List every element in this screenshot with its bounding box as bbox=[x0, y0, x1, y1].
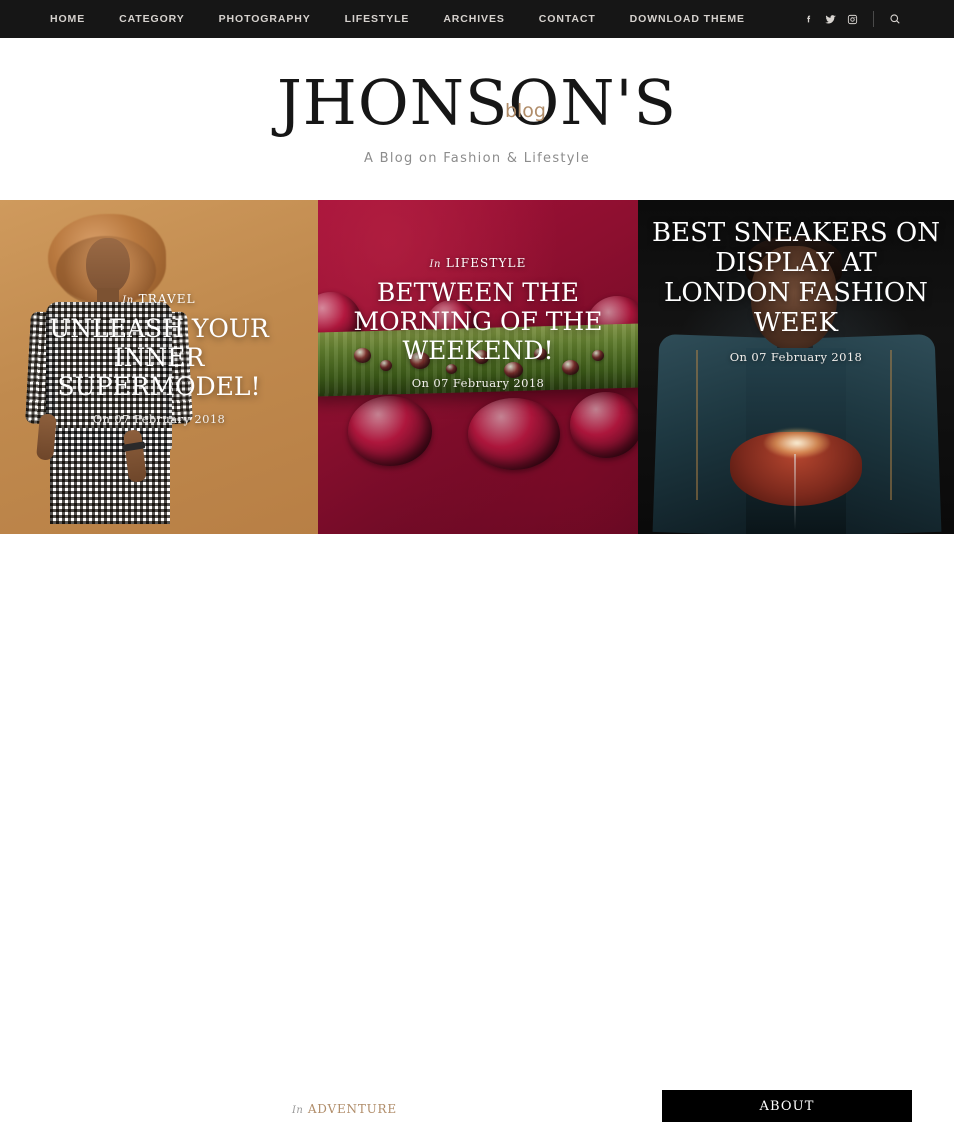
slide-2-in-label: In bbox=[429, 259, 441, 270]
site-logo[interactable]: JHONSON'S blog bbox=[277, 72, 677, 134]
slide-3-caption: BEST SNEAKERS ON DISPLAY AT LONDON FASHI… bbox=[638, 210, 954, 364]
logo-blog-badge: blog bbox=[504, 100, 546, 122]
nav-item-home[interactable]: HOME bbox=[50, 13, 102, 25]
slide-3-date: On 07 February 2018 bbox=[729, 349, 863, 364]
slide-2-caption: In LIFESTYLE BETWEEN THE MORNING OF THE … bbox=[318, 256, 638, 390]
below-slider-strip: In ADVENTURE ABOUT bbox=[0, 534, 954, 1122]
nav-divider bbox=[873, 11, 874, 27]
nav-item-photography[interactable]: PHOTOGRAPHY bbox=[202, 13, 328, 25]
slide-travel[interactable]: In TRAVEL UNLEASH YOUR INNER SUPERMODEL!… bbox=[0, 200, 318, 534]
site-header: JHONSON'S blog A Blog on Fashion & Lifes… bbox=[0, 38, 954, 200]
featured-slider: In TRAVEL UNLEASH YOUR INNER SUPERMODEL!… bbox=[0, 200, 954, 534]
slide-1-title[interactable]: UNLEASH YOUR INNER SUPERMODEL! bbox=[14, 314, 304, 401]
top-navigation-bar: HOME CATEGORY PHOTOGRAPHY LIFESTYLE ARCH… bbox=[0, 0, 954, 38]
instagram-icon[interactable] bbox=[841, 8, 863, 30]
facebook-icon[interactable] bbox=[797, 8, 819, 30]
nav-item-category[interactable]: CATEGORY bbox=[102, 13, 202, 25]
slide-2-category[interactable]: In LIFESTYLE bbox=[332, 256, 624, 270]
slide-1-date: On 07 February 2018 bbox=[92, 412, 226, 426]
post-category-label: ADVENTURE bbox=[307, 1102, 397, 1116]
slide-fashion-week[interactable]: BEST SNEAKERS ON DISPLAY AT LONDON FASHI… bbox=[638, 200, 954, 534]
twitter-icon[interactable] bbox=[819, 8, 841, 30]
slide-3-title[interactable]: BEST SNEAKERS ON DISPLAY AT LONDON FASHI… bbox=[652, 218, 940, 339]
nav-item-download-theme[interactable]: DOWNLOAD THEME bbox=[613, 13, 762, 25]
main-menu: HOME CATEGORY PHOTOGRAPHY LIFESTYLE ARCH… bbox=[50, 13, 762, 25]
slide-2-category-label: LIFESTYLE bbox=[445, 256, 527, 270]
slide-1-in-label: In bbox=[122, 295, 134, 306]
slide-1-category[interactable]: In TRAVEL bbox=[14, 292, 304, 306]
slide-lifestyle[interactable]: In LIFESTYLE BETWEEN THE MORNING OF THE … bbox=[318, 200, 638, 534]
logo-wordmark[interactable]: JHONSON'S bbox=[277, 72, 677, 134]
post-in-label: In bbox=[292, 1105, 304, 1116]
nav-item-contact[interactable]: CONTACT bbox=[522, 13, 613, 25]
slide-2-date: On 07 February 2018 bbox=[411, 376, 545, 390]
nav-item-archives[interactable]: ARCHIVES bbox=[426, 13, 521, 25]
post-category-adventure[interactable]: In ADVENTURE bbox=[292, 1102, 397, 1116]
nav-social-cluster bbox=[797, 8, 906, 30]
search-icon[interactable] bbox=[884, 8, 906, 30]
about-button-label: ABOUT bbox=[759, 1098, 815, 1114]
about-button[interactable]: ABOUT bbox=[662, 1090, 912, 1122]
site-tagline: A Blog on Fashion & Lifestyle bbox=[364, 151, 590, 166]
slide-1-caption: In TRAVEL UNLEASH YOUR INNER SUPERMODEL!… bbox=[0, 292, 318, 426]
slide-1-category-label: TRAVEL bbox=[138, 292, 196, 306]
slide-2-title[interactable]: BETWEEN THE MORNING OF THE WEEKEND! bbox=[332, 278, 624, 365]
nav-item-lifestyle[interactable]: LIFESTYLE bbox=[328, 13, 427, 25]
